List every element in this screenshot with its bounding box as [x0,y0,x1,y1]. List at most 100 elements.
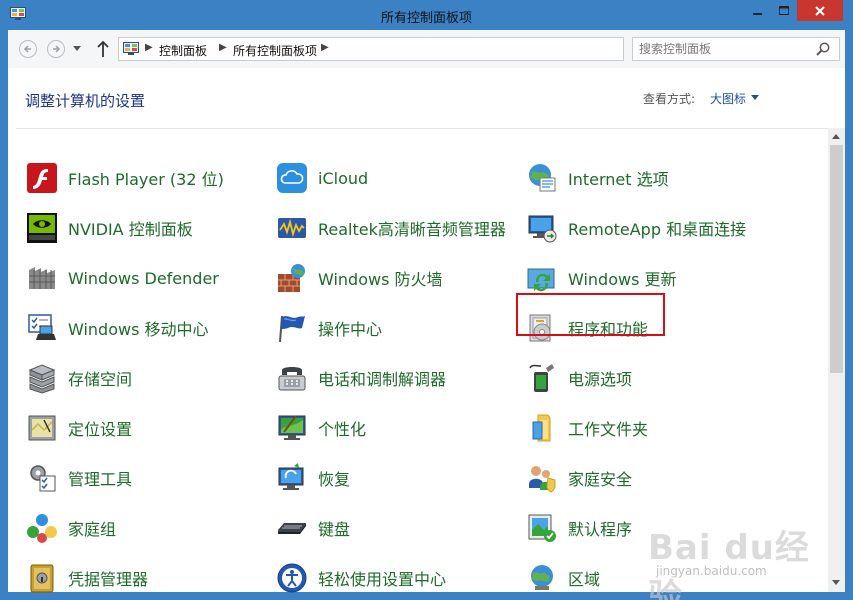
minimize-button[interactable] [745,0,771,21]
navigation-bar: ▶ 控制面板 ▶ 所有控制面板项 ▶ [8,30,845,68]
close-icon [815,5,825,16]
item-label: Internet 选项 [568,170,669,189]
item-flash-player[interactable]: Flash Player (32 位) [26,158,224,198]
item-label: Windows 防火墙 [318,270,443,289]
item-label: RemoteApp 和桌面连接 [568,220,747,239]
nvidia-icon [27,213,57,243]
back-button[interactable] [19,40,37,58]
recent-locations-chevron-icon[interactable] [73,46,81,52]
watermark-main-text: Bai du经验 [648,528,810,600]
item-label: 存储空间 [68,370,133,389]
item-recovery[interactable]: 恢复 [276,458,350,498]
breadcrumb-all-items[interactable]: 所有控制面板项 [233,42,317,59]
power-options-icon [529,364,554,392]
item-region[interactable]: 区域 [526,558,600,593]
maximize-button[interactable] [771,0,797,21]
item-keyboard[interactable]: 键盘 [276,508,350,548]
breadcrumb-separator-icon[interactable]: ▶ [321,42,329,53]
item-label: iCloud [318,168,369,188]
search-box[interactable] [632,37,840,61]
default-programs-icon [528,514,556,542]
item-ease-of-access[interactable]: 轻松使用设置中心 [276,558,446,593]
breadcrumb-separator-icon[interactable]: ▶ [145,42,153,53]
item-label: 凭据管理器 [68,570,149,589]
scroll-up-arrow-icon[interactable] [832,134,840,139]
item-remoteapp[interactable]: RemoteApp 和桌面连接 [526,208,746,248]
item-label: Realtek高清晰音频管理器 [318,220,506,239]
icloud-icon [277,163,307,193]
highlight-box-programs [516,293,665,336]
item-personalization[interactable]: 个性化 [276,408,366,448]
address-bar[interactable]: ▶ 控制面板 ▶ 所有控制面板项 ▶ [118,37,724,61]
item-label: 键盘 [318,520,351,539]
search-icon[interactable] [815,41,831,57]
defender-icon [29,267,55,289]
phone-modem-icon [278,367,306,391]
forward-button[interactable] [47,40,65,58]
item-label: 定位设置 [68,420,133,439]
item-location-settings[interactable]: 定位设置 [26,408,132,448]
item-mobility-center[interactable]: Windows 移动中心 [26,308,209,348]
item-label: 轻松使用设置中心 [318,570,447,589]
scroll-thumb[interactable] [830,145,843,373]
item-label: 家庭安全 [568,470,633,489]
item-label: 操作中心 [318,320,383,339]
action-center-flag-icon [279,315,305,343]
up-arrow-icon[interactable] [96,39,110,59]
breadcrumb-separator-icon[interactable]: ▶ [219,42,227,53]
location-settings-icon [28,415,56,441]
item-phone-modem[interactable]: 电话和调制解调器 [276,358,446,398]
item-icloud[interactable]: iCloud [276,158,368,198]
item-windows-defender[interactable]: Windows Defender [26,258,219,298]
region-icon [531,565,553,590]
view-by-selector[interactable]: 大图标 [710,90,746,107]
item-credential-manager[interactable]: 凭据管理器 [26,558,148,593]
view-by-dropdown-icon[interactable] [751,95,759,100]
baidu-jingyan-watermark: Bai du经验 jingyan.baidu.com [648,520,818,600]
scroll-down-arrow-icon[interactable] [832,580,840,585]
item-label: Windows Defender [68,268,219,288]
forward-arrow-icon [53,45,61,53]
item-family-safety[interactable]: 家庭安全 [526,458,632,498]
item-realtek[interactable]: Realtek高清晰音频管理器 [276,208,506,248]
search-input[interactable] [639,41,809,57]
breadcrumb-control-panel[interactable]: 控制面板 [159,42,207,59]
ease-of-access-icon [277,563,307,593]
item-nvidia[interactable]: NVIDIA 控制面板 [26,208,193,248]
family-safety-icon [529,466,556,493]
item-label: 电话和调制解调器 [318,370,447,389]
close-button[interactable] [797,0,843,21]
item-storage-spaces[interactable]: 存储空间 [26,358,132,398]
watermark-url-text: jingyan.baidu.com [656,564,767,578]
item-action-center[interactable]: 操作中心 [276,308,382,348]
maximize-icon [779,5,789,15]
view-by-label: 查看方式: [643,92,696,106]
control-panel-window: 所有控制面板项 ▶ 控制面板 ▶ 所有控制面板项 ▶ 搜索控制面板 调整计算机的… [0,0,853,600]
item-label: 工作文件夹 [568,420,649,439]
item-internet-options[interactable]: Internet 选项 [526,158,669,198]
item-default-programs[interactable]: 默认程序 [526,508,632,548]
item-admin-tools[interactable]: 管理工具 [26,458,132,498]
page-title: 调整计算机的设置 [25,92,146,110]
windows-update-icon [527,268,555,292]
storage-spaces-icon [28,364,56,394]
title-bar[interactable]: 所有控制面板项 [0,0,853,30]
recovery-icon [278,463,304,490]
internet-options-icon [529,164,556,192]
remoteapp-icon [528,215,557,243]
minimize-icon [753,12,762,15]
item-label: 家庭组 [68,520,117,539]
header-divider [16,128,828,129]
item-power-options[interactable]: 电源选项 [526,358,632,398]
item-windows-update[interactable]: Windows 更新 [526,258,677,298]
content-pane: 调整计算机的设置 查看方式: 大图标 Flash Player (32 位) i… [8,68,845,593]
flash-player-icon [27,163,57,193]
back-arrow-icon [23,45,31,53]
item-homegroup[interactable]: 家庭组 [26,508,116,548]
item-work-folders[interactable]: 工作文件夹 [526,408,648,448]
credential-manager-icon [30,564,54,593]
item-label: 管理工具 [68,470,133,489]
item-windows-firewall[interactable]: Windows 防火墙 [276,258,443,298]
personalization-icon [278,415,306,440]
vertical-scrollbar[interactable] [828,128,845,592]
